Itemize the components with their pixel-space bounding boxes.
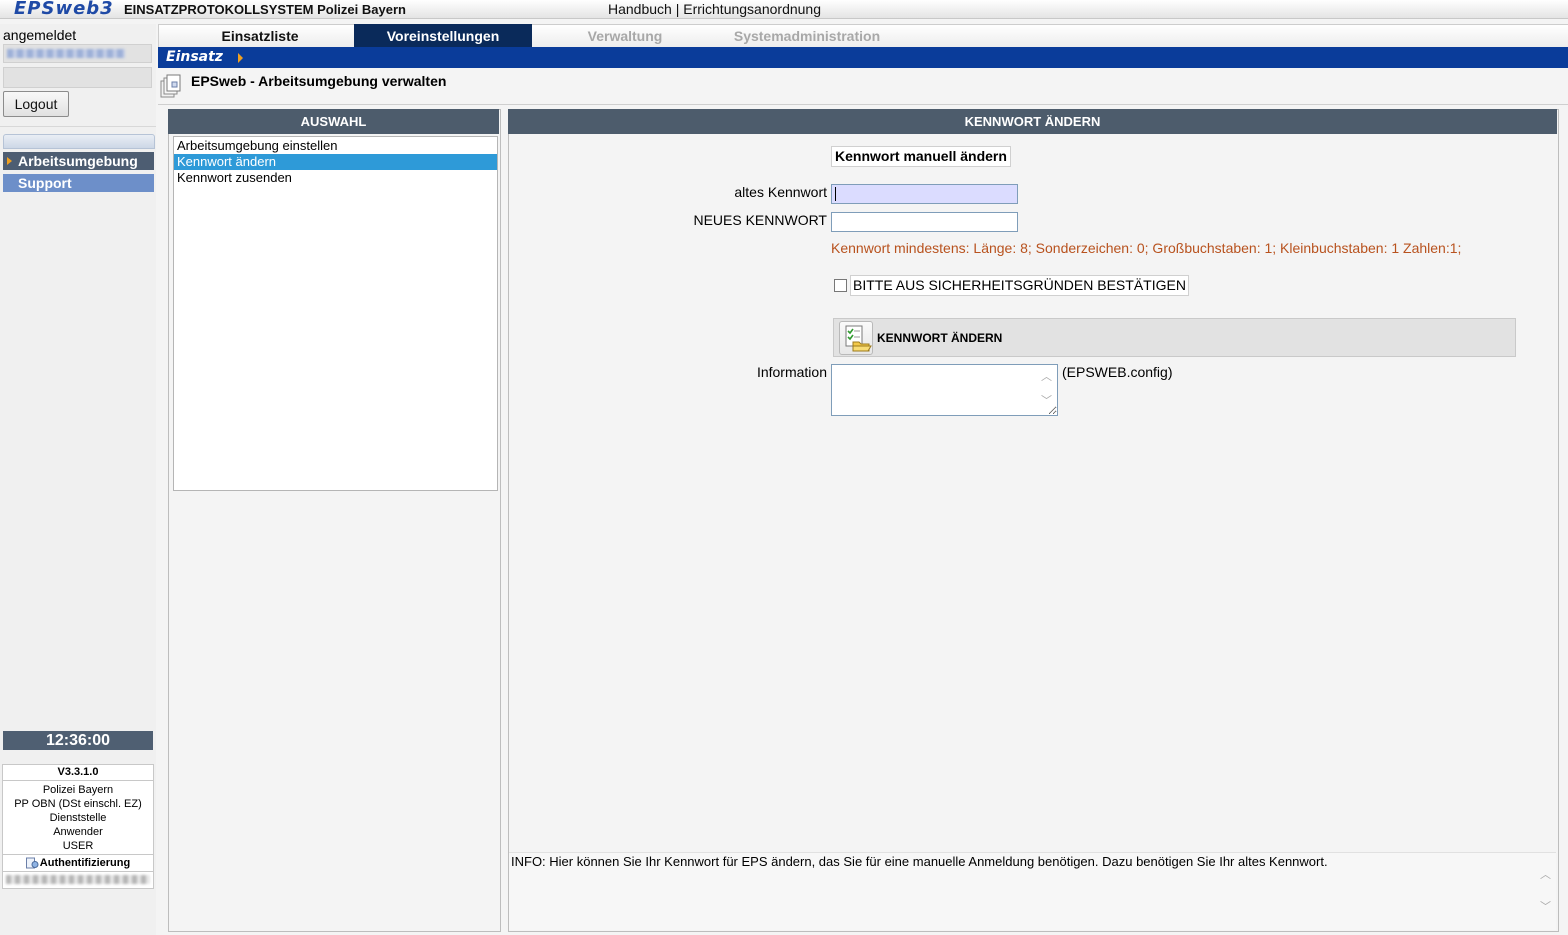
info-organization: Polizei Bayern	[42, 784, 114, 796]
app-logo: EPSweb3	[14, 0, 114, 19]
text-caret	[835, 187, 836, 201]
clock: 12:36:00	[3, 731, 153, 750]
checklist-folder-icon	[845, 325, 872, 352]
logout-button[interactable]: Logout	[3, 91, 69, 117]
scroll-up-icon[interactable]: ︿	[1540, 866, 1551, 882]
list-item-kennwort-zusenden[interactable]: Kennwort zusenden	[174, 170, 497, 186]
system-title: EINSATZPROTOKOLLSYSTEM Polizei Bayern	[124, 2, 406, 17]
breadcrumb-bar	[158, 47, 1568, 68]
sidebar-divider	[0, 126, 156, 127]
password-panel	[508, 109, 1559, 932]
sidebar-item-arbeitsumgebung[interactable]: Arbeitsumgebung	[3, 152, 154, 170]
authentication-label: Authentifizierung	[3, 854, 153, 872]
change-password-button[interactable]: KENNWORT ÄNDERN	[833, 318, 1516, 357]
info-message-text: INFO: Hier können Sie Ihr Kennwort für E…	[511, 854, 1328, 869]
old-password-field[interactable]	[831, 184, 1018, 204]
info-user: USER	[62, 840, 94, 852]
sidebar-item-label: Support	[18, 175, 72, 191]
lock-user-icon	[25, 857, 39, 869]
user-extra-field	[3, 67, 152, 88]
password-requirements-hint: Kennwort mindestens: Länge: 8; Sonderzei…	[831, 240, 1462, 256]
active-arrow-icon	[7, 157, 12, 165]
password-panel-header: KENNWORT ÄNDERN	[508, 109, 1557, 134]
document-stack-icon	[160, 74, 181, 98]
list-item-arbeitsumgebung-einstellen[interactable]: Arbeitsumgebung einstellen	[174, 138, 497, 154]
change-password-button-label: KENNWORT ÄNDERN	[877, 331, 1003, 345]
selection-panel-header: AUSWAHL	[168, 109, 499, 134]
button-icon-frame	[839, 321, 873, 355]
sidebar-item-label: Arbeitsumgebung	[18, 153, 138, 169]
selection-list[interactable]: Arbeitsumgebung einstellen Kennwort ände…	[173, 136, 498, 491]
info-department: Dienststelle	[49, 812, 107, 824]
auth-text: Authentifizierung	[39, 857, 131, 869]
old-password-label: altes Kennwort	[734, 184, 827, 200]
top-links: Handbuch | Errichtungsanordnung	[608, 1, 821, 17]
scroll-down-icon[interactable]: ﹀	[1540, 898, 1551, 914]
login-status-label: angemeldet	[3, 27, 77, 43]
section-subheading: Kennwort manuell ändern	[831, 146, 1011, 167]
page-title: EPSweb - Arbeitsumgebung verwalten	[191, 73, 447, 89]
info-unit: PP OBN (DSt einschl. EZ)	[14, 798, 142, 810]
config-source-label: (EPSWEB.config)	[1062, 364, 1173, 380]
confirm-checkbox[interactable]	[834, 279, 847, 292]
list-item-kennwort-aendern[interactable]: Kennwort ändern	[174, 154, 497, 170]
sidebar-nav-header	[3, 134, 155, 149]
handbuch-link[interactable]: Handbuch	[608, 1, 672, 17]
scroll-up-icon[interactable]: ︿	[1041, 368, 1052, 384]
breadcrumb-arrow-icon	[238, 53, 243, 63]
link-separator: |	[671, 1, 684, 17]
information-textarea[interactable]	[831, 364, 1058, 416]
logged-in-user-field	[3, 44, 152, 63]
new-password-label: NEUES KENNWORT	[693, 212, 827, 228]
tab-systemadministration: Systemadministration	[733, 27, 881, 44]
tab-verwaltung: Verwaltung	[587, 27, 663, 44]
confirm-checkbox-label[interactable]: BITTE AUS SICHERHEITSGRÜNDEN BESTÄTIGEN	[850, 275, 1189, 296]
information-label: Information	[756, 364, 827, 380]
session-info-box: V3.3.1.0 Polizei Bayern PP OBN (DSt eins…	[2, 764, 154, 889]
errichtungsanordnung-link[interactable]: Errichtungsanordnung	[683, 1, 821, 17]
version-label: V3.3.1.0	[3, 765, 153, 781]
redacted-auth-user	[6, 875, 150, 884]
breadcrumb-einsatz[interactable]: Einsatz	[166, 49, 223, 65]
info-role: Anwender	[53, 826, 103, 838]
tab-voreinstellungen[interactable]: Voreinstellungen	[354, 24, 532, 47]
sidebar-item-support[interactable]: Support	[3, 174, 154, 192]
redacted-username	[7, 49, 125, 58]
scroll-down-icon[interactable]: ﹀	[1041, 392, 1052, 408]
title-divider	[158, 104, 1568, 105]
tab-einsatzliste[interactable]: Einsatzliste	[164, 24, 356, 47]
new-password-field[interactable]	[831, 212, 1018, 232]
